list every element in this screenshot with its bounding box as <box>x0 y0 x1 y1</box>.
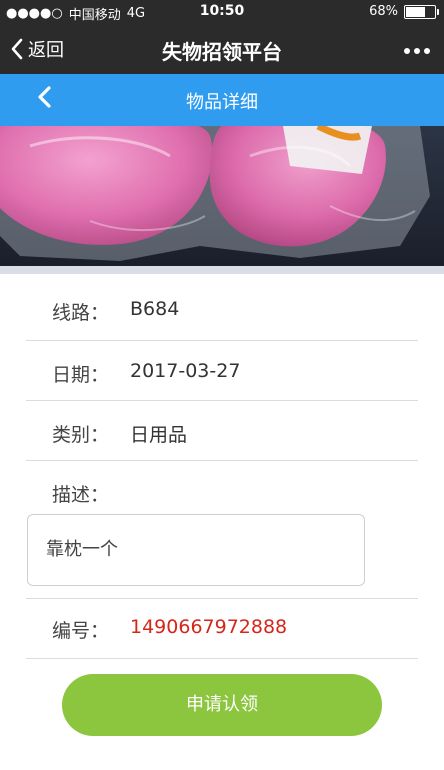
description-box: 靠枕一个 <box>27 514 365 586</box>
route-row: 线路： B684 <box>26 274 418 341</box>
date-row: 日期： 2017-03-27 <box>26 340 418 401</box>
wechat-nav: 返回 失物招领平台 <box>0 28 444 72</box>
battery-percent: 68% <box>369 4 398 19</box>
category-row: 类别： 日用品 <box>26 400 418 461</box>
apply-claim-button[interactable]: 申请认领 <box>62 674 382 736</box>
number-value: 1490667972888 <box>130 616 288 638</box>
page-title: 物品详细 <box>186 92 258 113</box>
item-photo-image <box>0 126 444 266</box>
description-label: 描述： <box>52 484 110 506</box>
battery-cap <box>437 8 439 15</box>
photo-divider <box>0 266 444 274</box>
detail-card: 线路： B684 日期： 2017-03-27 类别： 日用品 描述： 靠枕一个… <box>0 274 444 770</box>
battery-fill <box>406 6 425 17</box>
date-label: 日期： <box>52 364 110 386</box>
route-label: 线路： <box>52 302 110 324</box>
more-dot-icon <box>424 48 430 54</box>
category-label: 类别： <box>52 424 110 446</box>
page-header: 物品详细 <box>0 74 444 126</box>
number-row: 编号： 1490667972888 <box>26 598 418 659</box>
wechat-top-bar: ●●●●○ 中国移动 4G 10:50 68% 返回 失物招领平台 <box>0 0 444 74</box>
route-value: B684 <box>130 298 180 320</box>
date-value: 2017-03-27 <box>130 360 241 382</box>
status-bar: ●●●●○ 中国移动 4G 10:50 68% <box>0 0 444 24</box>
more-dot-icon <box>414 48 420 54</box>
status-right: 68% <box>369 4 439 19</box>
number-label: 编号： <box>52 620 110 642</box>
battery-icon <box>404 4 439 19</box>
more-button[interactable] <box>404 48 430 54</box>
item-photo <box>0 126 444 266</box>
app-title: 失物招领平台 <box>162 40 282 64</box>
description-value: 靠枕一个 <box>46 539 118 560</box>
category-value: 日用品 <box>130 424 188 446</box>
more-dot-icon <box>404 48 410 54</box>
